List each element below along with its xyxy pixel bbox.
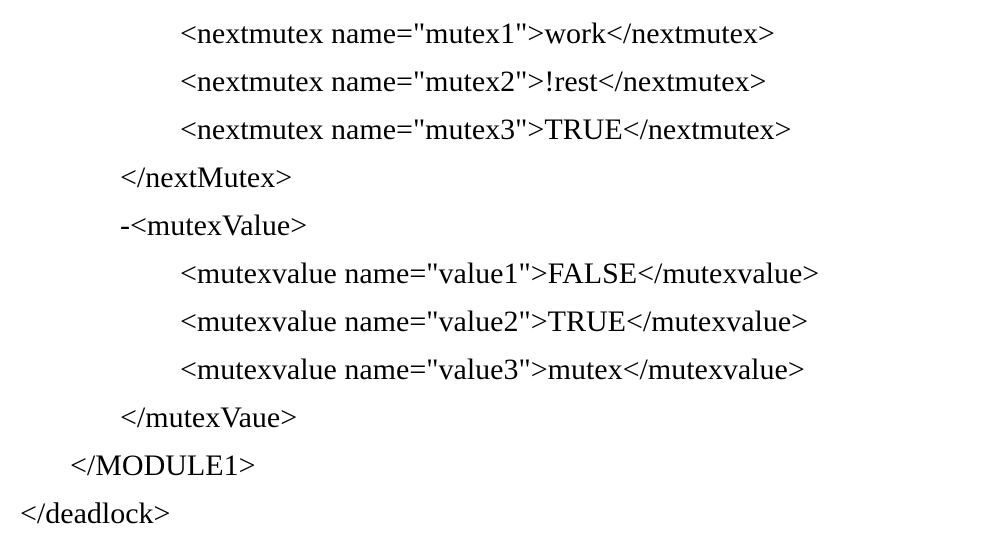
code-line: </nextMutex> bbox=[0, 154, 1000, 202]
code-line: <mutexvalue name="value2">TRUE</mutexval… bbox=[0, 298, 1000, 346]
code-line: </deadlock> bbox=[0, 490, 1000, 538]
code-line: <nextmutex name="mutex3">TRUE</nextmutex… bbox=[0, 106, 1000, 154]
code-document: <nextmutex name="mutex1">work</nextmutex… bbox=[0, 10, 1000, 538]
code-line: <mutexvalue name="value3">mutex</mutexva… bbox=[0, 346, 1000, 394]
code-line: <nextmutex name="mutex2">!rest</nextmute… bbox=[0, 58, 1000, 106]
code-line: <mutexvalue name="value1">FALSE</mutexva… bbox=[0, 250, 1000, 298]
code-line: </MODULE1> bbox=[0, 442, 1000, 490]
code-line: -<mutexValue> bbox=[0, 202, 1000, 250]
code-line: </mutexVaue> bbox=[0, 394, 1000, 442]
code-line: <nextmutex name="mutex1">work</nextmutex… bbox=[0, 10, 1000, 58]
